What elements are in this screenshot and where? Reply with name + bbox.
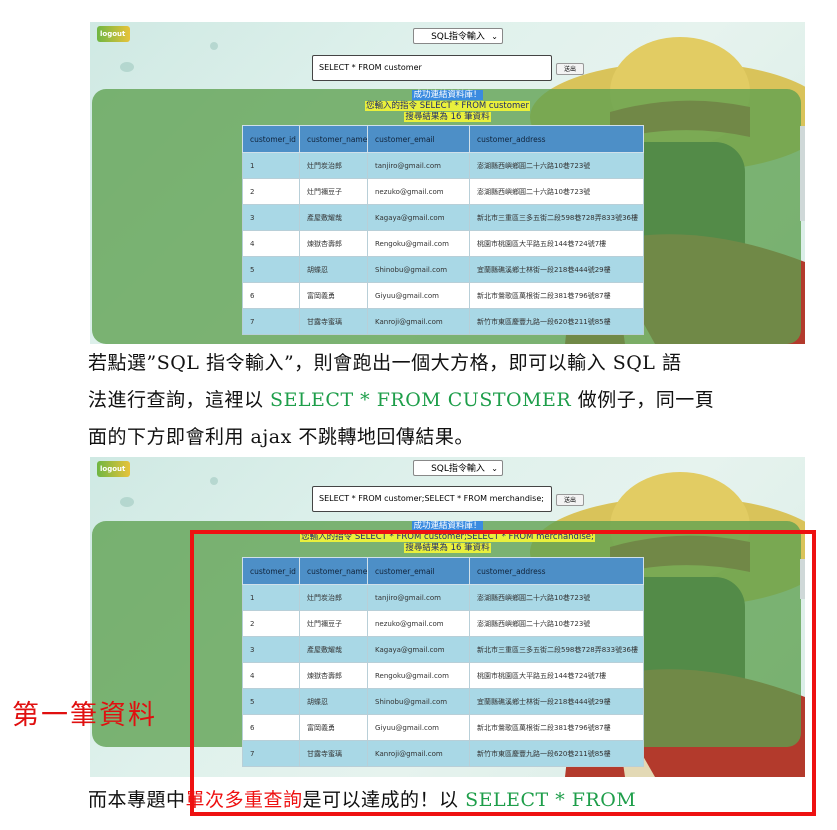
cell-name: 富岡義勇 [299,282,368,309]
logout-button[interactable]: logout [97,26,130,42]
cell-address: 澎湖縣西嶼鄉圓二十六路10巷723號 [469,152,644,179]
highlight-box [190,530,816,816]
cell-address: 宜蘭縣礁溪鄉士林街一段218巷444號29樓 [469,256,644,283]
sql-query-input[interactable]: SELECT * FROM customer;SELECT * FROM mer… [312,486,552,512]
cell-email: tanjiro@gmail.com [367,152,470,179]
result-count-message: 搜尋結果為 16 筆資料 [404,112,491,122]
cell-address: 新北市鶯歌區萬根街二段381巷796號87樓 [469,282,644,309]
background-splatter [120,62,134,72]
column-header: customer_address [469,125,644,153]
paragraph-line: 法進行查詢，這裡以 SELECT * FROM CUSTOMER 做例子，同一頁 [88,385,714,412]
cell-address: 新北市三重區三多五街二段598巷728弄833號36樓 [469,204,644,231]
success-message: 成功連結資料庫！ [412,90,483,100]
first-record-label: 第一筆資料 [12,700,157,731]
cell-email: Rengoku@gmail.com [367,230,470,257]
cell-name: 煉獄杏壽郎 [299,230,368,257]
select-value: SQL指令輸入 [431,32,485,42]
table-row: 3 產屋敷耀哉 Kagaya@gmail.com 新北市三重區三多五街二段598巷72… [242,204,644,231]
background-splatter [210,42,218,50]
cell-name: 甘露寺蜜璃 [299,308,368,335]
cell-id: 7 [242,308,300,335]
column-header: customer_email [367,125,470,153]
table-row: 5 胡蝶忍 Shinobu@gmail.com 宜蘭縣礁溪鄉士林街一段218巷444號… [242,256,644,283]
cell-address: 桃園市桃園區大平路五段144巷724號7樓 [469,230,644,257]
cell-id: 6 [242,282,300,309]
cell-email: Shinobu@gmail.com [367,256,470,283]
cell-name: 灶門炭治郎 [299,152,368,179]
cell-id: 4 [242,230,300,257]
table-row: 6 富岡義勇 Giyuu@gmail.com 新北市鶯歌區萬根街二段381巷796號8… [242,282,644,309]
screenshot-sql-single: logout SQL指令輸入 ⌄ SELECT * FROM customer … [90,22,805,344]
table-row: 2 灶門禰豆子 nezuko@gmail.com 澎湖縣西嶼鄉圓二十六路10巷723號 [242,178,644,205]
send-button[interactable]: 送出 [556,494,584,506]
sql-example-text: SELECT * FROM CUSTOMER [270,389,572,411]
logout-button[interactable]: logout [97,461,130,477]
background-splatter [210,477,218,485]
cell-name: 產屋敷耀哉 [299,204,368,231]
column-header: customer_name [299,125,368,153]
cell-id: 5 [242,256,300,283]
paragraph-line: 面的下方即會利用 ajax 不跳轉地回傳結果。 [88,426,474,448]
table-row: 7 甘露寺蜜璃 Kanroji@gmail.com 新竹市東區慶豐九路一段620巷21… [242,308,644,335]
chevron-down-icon: ⌄ [491,32,498,41]
send-button[interactable]: 送出 [556,63,584,75]
cell-id: 1 [242,152,300,179]
cell-email: nezuko@gmail.com [367,178,470,205]
paragraph-line: 若點選”SQL 指令輸入”，則會跑出一個大方格，即可以輸入 SQL 語 [88,352,682,374]
text-span: 法進行查詢，這裡以 [88,389,271,411]
text-span: 是可以達成的！以 [302,789,466,811]
sql-query-input[interactable]: SELECT * FROM customer [312,55,552,81]
background-splatter [120,497,134,507]
cell-email: Giyuu@gmail.com [367,282,470,309]
table-row: 1 灶門炭治郎 tanjiro@gmail.com 澎湖縣西嶼鄉圓二十六路10巷723… [242,152,644,179]
command-message: 您輸入的指令 SELECT * FROM customer [365,101,530,111]
sql-example-text: SELECT * FROM [465,789,637,811]
cell-address: 澎湖縣西嶼鄉圓二十六路10巷723號 [469,178,644,205]
paragraph-line: 而本專題中單次多重查詢是可以達成的！以 SELECT * FROM [88,785,636,812]
highlighted-text: 單次多重查詢 [185,789,303,811]
cell-address: 新竹市東區慶豐九路一段620巷211號85樓 [469,308,644,335]
select-value: SQL指令輸入 [431,464,485,474]
scrollbar[interactable] [800,126,805,221]
sql-mode-select[interactable]: SQL指令輸入 ⌄ [413,460,503,476]
cell-email: Kagaya@gmail.com [367,204,470,231]
cell-name: 胡蝶忍 [299,256,368,283]
text-span: 而本專題中 [88,789,186,811]
cell-id: 3 [242,204,300,231]
cell-id: 2 [242,178,300,205]
text-span: 做例子，同一頁 [571,389,715,411]
cell-email: Kanroji@gmail.com [367,308,470,335]
sql-mode-select[interactable]: SQL指令輸入 ⌄ [413,28,503,44]
results-table: customer_id customer_name customer_email… [242,125,644,335]
cell-name: 灶門禰豆子 [299,178,368,205]
chevron-down-icon: ⌄ [491,464,498,473]
table-row: 4 煉獄杏壽郎 Rengoku@gmail.com 桃園市桃園區大平路五段144巷72… [242,230,644,257]
column-header: customer_id [242,125,300,153]
